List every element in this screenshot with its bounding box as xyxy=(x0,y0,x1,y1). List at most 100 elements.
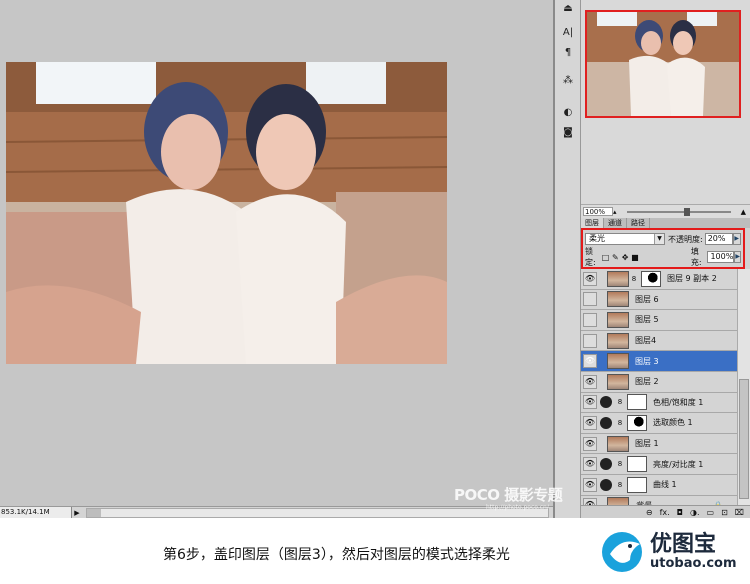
layer-row[interactable]: 👁 背景 🔒 xyxy=(581,495,737,505)
fx-icon[interactable]: fx. xyxy=(660,508,670,517)
lock-position-icon[interactable]: ✥ xyxy=(621,253,629,262)
chevron-down-icon[interactable]: ▼ xyxy=(654,234,664,244)
tab-paths[interactable]: 路径 xyxy=(627,218,650,228)
opacity-arrow-icon[interactable]: ▶ xyxy=(732,233,741,245)
paragraph-icon[interactable]: ¶ xyxy=(559,44,577,62)
zoom-in-icon[interactable]: ▲ xyxy=(741,208,746,216)
layer-name: 亮度/对比度 1 xyxy=(653,459,704,469)
opacity-label: 不透明度: xyxy=(668,234,703,244)
layer-row[interactable]: 👁 8 色相/饱和度 1 xyxy=(581,392,737,414)
character-icon[interactable]: A| xyxy=(559,24,577,42)
layer-name: 图层 3 xyxy=(635,356,659,366)
tool-column: ⏏ A| ¶ ⁂ ◐ ◙ xyxy=(555,0,581,518)
layer-thumbnail xyxy=(607,497,629,505)
layer-mask-thumbnail xyxy=(627,476,647,493)
scrollbar-thumb[interactable] xyxy=(739,379,749,499)
navigator-thumbnail[interactable] xyxy=(585,10,741,118)
fill-arrow-icon[interactable]: ▶ xyxy=(734,251,742,263)
layer-name: 图层 9 副本 2 xyxy=(667,274,717,284)
layer-name: 色相/饱和度 1 xyxy=(653,397,704,407)
layer-thumbnail xyxy=(607,435,629,452)
brush-presets-icon[interactable]: ⁂ xyxy=(559,72,577,90)
opacity-input[interactable]: 20% xyxy=(704,233,733,245)
layer-row[interactable]: 👁 8 图层 9 副本 2 xyxy=(581,269,737,290)
trash-icon[interactable]: ⌧ xyxy=(735,508,744,517)
layers-panel: 图层 通道 路径 柔光 ▼ 不透明度: 20% ▶ 锁定: □ ✎ ✥ ■ 填充… xyxy=(581,218,750,518)
eye-icon[interactable]: 👁 xyxy=(583,436,597,451)
layer-name: 选取颜色 1 xyxy=(653,418,693,428)
layer-row[interactable]: 图层 5 xyxy=(581,310,737,331)
layer-row-selected[interactable]: 👁 图层 3 xyxy=(581,351,737,372)
horizontal-scrollbar[interactable] xyxy=(86,507,549,518)
eye-icon[interactable]: 👁 xyxy=(583,498,597,505)
layer-name: 图层 2 xyxy=(635,377,659,387)
tab-layers[interactable]: 图层 xyxy=(581,218,604,228)
tab-channels[interactable]: 通道 xyxy=(604,218,627,228)
layer-name: 图层 5 xyxy=(635,315,659,325)
layer-name: 曲线 1 xyxy=(653,480,677,490)
blend-mode-value: 柔光 xyxy=(589,234,605,243)
document-size-readout[interactable]: 853.1K/14.1M xyxy=(0,507,72,518)
zoom-field[interactable]: 100% xyxy=(583,207,613,216)
eye-icon[interactable]: 👁 xyxy=(583,271,597,286)
layer-row[interactable]: 👁 图层 2 xyxy=(581,371,737,393)
layer-thumbnail xyxy=(607,311,629,328)
chain-icon: 8 xyxy=(617,398,623,407)
eye-icon[interactable]: 👁 xyxy=(583,415,597,430)
blend-mode-select[interactable]: 柔光 ▼ xyxy=(585,233,665,245)
tutorial-caption: 第6步，盖印图层（图层3），然后对图层的模式选择柔光 xyxy=(163,547,510,563)
scrollbar-thumb[interactable] xyxy=(87,508,101,517)
lock-label: 锁定: xyxy=(585,247,596,267)
photo-illustration xyxy=(6,62,447,364)
layer-thumbnail xyxy=(607,373,629,390)
eye-icon[interactable]: 👁 xyxy=(583,395,597,410)
layers-panel-footer: ⊖ fx. ◘ ◑. ▭ ⊡ ⌧ xyxy=(581,505,750,518)
visibility-toggle[interactable] xyxy=(583,312,597,327)
layer-mask-thumbnail xyxy=(627,414,647,431)
link-layers-icon[interactable]: ⊖ xyxy=(646,508,653,517)
status-bar: 853.1K/14.1M ▶ xyxy=(0,506,553,518)
camera-icon[interactable]: ◙ xyxy=(559,124,577,142)
layer-mask-thumbnail xyxy=(627,456,647,473)
layer-mask-thumbnail xyxy=(641,270,661,287)
layer-row[interactable]: 👁 8 选取颜色 1 xyxy=(581,413,737,434)
fill-input[interactable]: 100% xyxy=(707,251,735,263)
visibility-toggle[interactable] xyxy=(583,292,597,307)
layer-row[interactable]: 👁 8 亮度/对比度 1 xyxy=(581,454,737,475)
zoom-out-icon[interactable]: ▴ xyxy=(613,208,617,216)
panel-tabs: 图层 通道 路径 xyxy=(581,218,750,228)
canvas-workspace[interactable]: 853.1K/14.1M ▶ xyxy=(0,0,553,518)
navigator-preview xyxy=(587,12,739,116)
group-icon[interactable]: ▭ xyxy=(707,508,715,517)
layer-row[interactable]: 图层4 xyxy=(581,330,737,352)
fill-label: 填充: xyxy=(690,247,702,267)
adjustment-icon[interactable]: ◑. xyxy=(690,508,700,517)
layer-row[interactable]: 👁 图层 1 xyxy=(581,433,737,455)
eye-icon[interactable]: 👁 xyxy=(583,457,597,472)
status-menu-arrow-icon[interactable]: ▶ xyxy=(72,509,82,517)
layer-thumbnail xyxy=(607,353,629,370)
layer-row[interactable]: 图层 6 xyxy=(581,289,737,311)
add-mask-icon[interactable]: ◘ xyxy=(677,508,683,517)
eye-icon[interactable]: 👁 xyxy=(583,354,597,369)
layer-row[interactable]: 👁 8 曲线 1 xyxy=(581,474,737,496)
lock-transparent-icon[interactable]: □ xyxy=(602,253,610,262)
lock-image-icon[interactable]: ✎ xyxy=(611,253,619,262)
zoom-slider[interactable] xyxy=(626,207,731,216)
eye-icon[interactable]: 👁 xyxy=(583,477,597,492)
layer-list: 👁 8 图层 9 副本 2 图层 6 图层 5 图层4 👁 图层 3 👁 图层 … xyxy=(581,269,737,505)
lock-row: 锁定: □ ✎ ✥ ■ 填充: 100% ▶ xyxy=(585,247,742,267)
vertical-scrollbar[interactable] xyxy=(737,269,750,505)
eye-icon[interactable]: 👁 xyxy=(583,374,597,389)
zoom-slider-knob[interactable] xyxy=(683,207,690,216)
history-brush-icon[interactable]: ◐ xyxy=(559,104,577,122)
navigator-panel: 100% ▴ ▲ xyxy=(581,0,750,218)
lock-all-icon[interactable]: ■ xyxy=(631,253,639,262)
stamp-tool-icon[interactable]: ⏏ xyxy=(559,0,577,18)
visibility-toggle[interactable] xyxy=(583,333,597,348)
document-photo[interactable] xyxy=(6,62,447,364)
chain-icon: 8 xyxy=(617,480,623,489)
new-layer-icon[interactable]: ⊡ xyxy=(721,508,728,517)
layer-mask-thumbnail xyxy=(627,394,647,411)
watermark-url: http://photo.poco.cn/ xyxy=(486,504,549,511)
